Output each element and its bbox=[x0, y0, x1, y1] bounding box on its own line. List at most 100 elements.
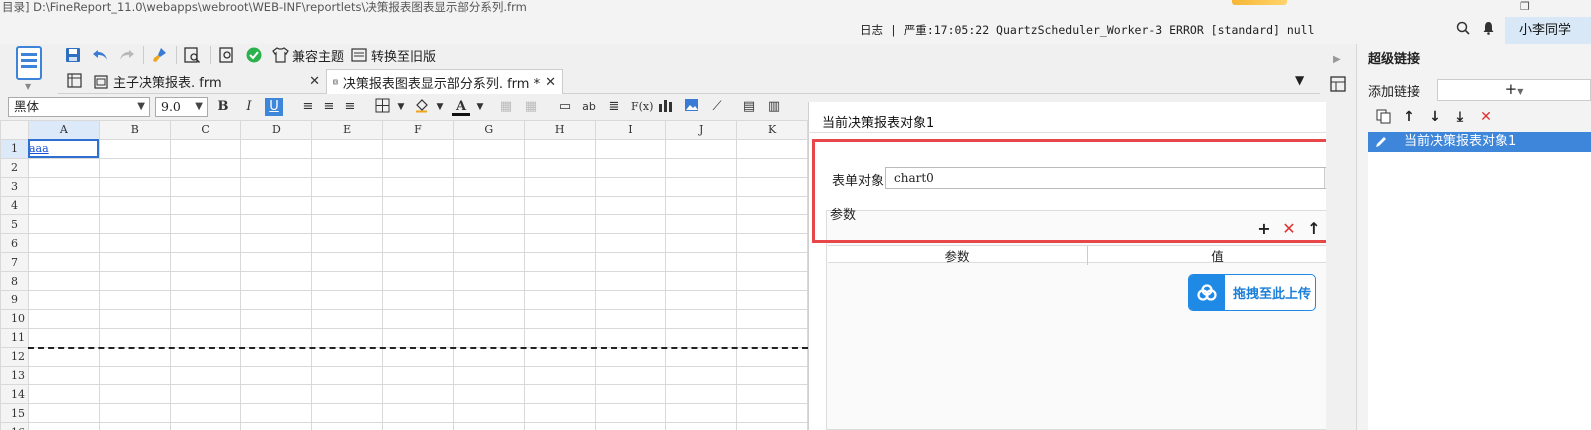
sub-report-icon[interactable]: ▤ bbox=[740, 98, 758, 116]
cell[interactable] bbox=[452, 157, 525, 178]
cell[interactable] bbox=[523, 252, 596, 273]
cell[interactable] bbox=[311, 308, 384, 329]
row-header[interactable]: 11 bbox=[0, 327, 29, 348]
cell[interactable] bbox=[27, 384, 100, 405]
cell[interactable] bbox=[311, 422, 384, 430]
cell[interactable] bbox=[736, 138, 808, 159]
cell[interactable] bbox=[452, 214, 525, 235]
font-color-button[interactable]: A bbox=[452, 98, 470, 116]
copy-link-icon[interactable] bbox=[1375, 109, 1391, 125]
cell[interactable] bbox=[169, 233, 242, 254]
cell[interactable] bbox=[594, 365, 667, 386]
cell[interactable] bbox=[665, 422, 738, 430]
cell[interactable] bbox=[169, 214, 242, 235]
search-icon[interactable] bbox=[1454, 21, 1472, 39]
cell[interactable] bbox=[594, 403, 667, 424]
cell[interactable] bbox=[665, 271, 738, 292]
cell[interactable] bbox=[311, 195, 384, 216]
cell[interactable] bbox=[523, 308, 596, 329]
restore-window-icon[interactable]: ❐ bbox=[1520, 0, 1534, 13]
cell[interactable] bbox=[523, 157, 596, 178]
cell[interactable] bbox=[311, 157, 384, 178]
cell[interactable] bbox=[382, 422, 454, 430]
cell[interactable] bbox=[594, 384, 667, 405]
move-bottom-icon[interactable]: ⤓ bbox=[1452, 109, 1468, 125]
underline-button[interactable]: U bbox=[265, 98, 283, 116]
bell-icon[interactable] bbox=[1479, 21, 1497, 39]
cell[interactable] bbox=[736, 365, 808, 386]
undo-button[interactable] bbox=[92, 45, 109, 65]
italic-button[interactable]: I bbox=[240, 98, 258, 116]
user-name[interactable]: 小李同学 bbox=[1505, 17, 1591, 44]
cell[interactable] bbox=[169, 290, 242, 310]
cell[interactable] bbox=[27, 176, 100, 197]
cell[interactable] bbox=[169, 271, 242, 292]
cell[interactable] bbox=[311, 365, 384, 386]
cell[interactable] bbox=[665, 308, 738, 329]
validate-button[interactable] bbox=[246, 45, 262, 65]
cell[interactable] bbox=[523, 214, 596, 235]
cell[interactable] bbox=[665, 365, 738, 386]
cell[interactable] bbox=[311, 403, 384, 424]
row-header[interactable]: 15 bbox=[0, 403, 29, 424]
cell[interactable] bbox=[523, 403, 596, 424]
cell[interactable] bbox=[98, 157, 171, 178]
save-button[interactable] bbox=[65, 45, 81, 65]
column-header[interactable]: K bbox=[736, 120, 808, 140]
text-insert-button[interactable]: ab bbox=[580, 98, 598, 116]
cell[interactable] bbox=[382, 195, 454, 216]
cell[interactable] bbox=[98, 290, 171, 310]
hyperlink-list-item[interactable]: 当前决策报表对象1 bbox=[1368, 132, 1591, 152]
cell[interactable] bbox=[523, 290, 596, 310]
font-family-select[interactable]: 黑体 ▼ bbox=[8, 97, 150, 117]
compatible-theme-button[interactable]: 兼容主题 bbox=[272, 45, 344, 65]
cell[interactable] bbox=[452, 327, 525, 348]
cell[interactable] bbox=[594, 327, 667, 348]
cell[interactable] bbox=[98, 327, 171, 348]
cell[interactable] bbox=[665, 138, 738, 159]
cell[interactable] bbox=[523, 233, 596, 254]
corner-cell[interactable] bbox=[0, 120, 29, 140]
row-header[interactable]: 8 bbox=[0, 271, 29, 292]
cell[interactable] bbox=[98, 138, 171, 159]
cell[interactable] bbox=[240, 290, 313, 310]
cell[interactable] bbox=[240, 365, 313, 386]
cell[interactable] bbox=[452, 271, 525, 292]
cell[interactable] bbox=[169, 346, 242, 367]
redo-button[interactable] bbox=[118, 45, 135, 65]
cell[interactable] bbox=[240, 138, 313, 159]
cell[interactable] bbox=[98, 346, 171, 367]
chevron-down-icon[interactable]: ▼ bbox=[431, 98, 449, 116]
cell[interactable] bbox=[382, 308, 454, 329]
cell[interactable] bbox=[382, 290, 454, 310]
cell[interactable] bbox=[665, 384, 738, 405]
cell[interactable] bbox=[240, 271, 313, 292]
close-icon[interactable]: ✕ bbox=[545, 75, 556, 90]
move-up-icon[interactable]: ↑ bbox=[1401, 109, 1417, 125]
cell[interactable] bbox=[27, 346, 100, 367]
cell[interactable] bbox=[736, 308, 808, 329]
cell[interactable] bbox=[382, 176, 454, 197]
column-header[interactable]: A bbox=[27, 120, 100, 140]
cell[interactable] bbox=[311, 271, 384, 292]
row-header[interactable]: 2 bbox=[0, 157, 29, 178]
grid-view-icon[interactable] bbox=[67, 73, 82, 91]
cell[interactable] bbox=[169, 138, 242, 159]
cell[interactable] bbox=[98, 308, 171, 329]
template-manager-icon[interactable] bbox=[16, 46, 42, 80]
cell[interactable] bbox=[736, 384, 808, 405]
cell[interactable] bbox=[594, 176, 667, 197]
cell[interactable] bbox=[594, 271, 667, 292]
cell[interactable] bbox=[665, 252, 738, 273]
cell[interactable] bbox=[311, 290, 384, 310]
cell[interactable] bbox=[665, 157, 738, 178]
cell[interactable] bbox=[240, 157, 313, 178]
cell[interactable] bbox=[523, 271, 596, 292]
font-size-select[interactable]: 9.0 ▼ bbox=[155, 97, 208, 117]
cell[interactable] bbox=[27, 271, 100, 292]
image-icon[interactable] bbox=[682, 98, 700, 116]
cell[interactable] bbox=[169, 252, 242, 273]
chevron-down-icon[interactable]: ▼ bbox=[25, 82, 31, 91]
cell[interactable] bbox=[594, 214, 667, 235]
cell[interactable] bbox=[665, 346, 738, 367]
